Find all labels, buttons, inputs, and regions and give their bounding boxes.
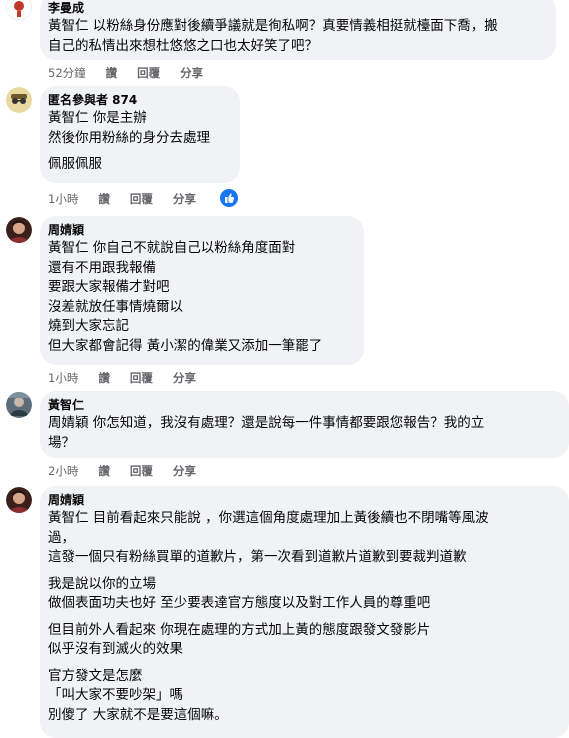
comment-author[interactable]: 周婧穎 (48, 492, 557, 508)
comment-line: 沒差就放任事情燒爾以 (48, 298, 183, 315)
mention-tag[interactable]: 黃智仁 (48, 18, 89, 34)
comment-line: 做個表面功夫也好 至少要表達官方態度以及對工作人員的尊重吧 (48, 595, 431, 611)
comment-line: 官方發文是怎麼 (48, 667, 143, 684)
comment-line: 燒到大家忘記 (48, 318, 129, 334)
share-button[interactable]: 分享 (180, 66, 203, 80)
comment-line: 黃智仁 以粉絲身份應對後續爭議就是徇私啊？真要情義相挺就檯面下喬，搬 (48, 18, 498, 34)
like-reaction-icon[interactable] (218, 187, 240, 209)
comment-line: 黃智仁 目前看起來只能說 ，你選這個角度處理加上黃後續也不閉嘴等風波 (48, 510, 489, 526)
mention-tag[interactable]: 周婧穎 (48, 415, 89, 431)
comment-line: 似乎沒有到滅火的效果 (48, 641, 183, 657)
avatar[interactable] (6, 487, 32, 513)
avatar[interactable] (6, 217, 32, 243)
comment-line: 自己的私情出來想杜悠悠之口也太好笑了吧？ (48, 37, 318, 54)
comment-line: 要跟大家報備才對吧 (48, 279, 170, 295)
avatar[interactable] (6, 87, 32, 113)
comment-line: 黃智仁 你自己不就說自己以粉絲角度面對 (48, 240, 296, 256)
comment-time[interactable]: 1小時 (48, 192, 78, 206)
comment-bubble: 周婧穎 黃智仁 你自己不就說自己以粉絲角度面對 還有不用跟我報備 要跟大家報備才… (40, 216, 364, 365)
comment-line: 但大家都會記得 黃小潔的偉業又添加一筆罷了 (48, 337, 323, 354)
comment-line: 「叫大家不要吵架」嗎 (48, 687, 183, 703)
comment-actions: 2小時 讚 回覆 分享 (48, 464, 216, 478)
comment-bubble: 李曼成 黃智仁 以粉絲身份應對後續爭議就是徇私啊？真要情義相挺就檯面下喬，搬 自… (40, 0, 556, 60)
comment-line: 還有不用跟我報備 (48, 259, 156, 276)
share-button[interactable]: 分享 (173, 192, 196, 206)
comment-actions: 1小時 讚 回覆 分享 (48, 371, 216, 385)
like-button[interactable]: 讚 (98, 464, 110, 478)
share-button[interactable]: 分享 (173, 464, 196, 478)
comment-bubble: 黃智仁 周婧穎 你怎知道，我沒有處理？還是說每一件事情都要跟您報告？我的立 場？ (40, 391, 569, 458)
reply-button[interactable]: 回覆 (130, 371, 153, 385)
mention-tag[interactable]: 黃智仁 (48, 240, 89, 256)
comment-line: 場？ (48, 434, 75, 451)
comment-bubble: 周婧穎 黃智仁 目前看起來只能說 ，你選這個角度處理加上黃後續也不閉嘴等風波 過… (40, 486, 569, 738)
like-button[interactable]: 讚 (98, 371, 110, 385)
comment-line: 這發一個只有粉絲買單的道歉片，第一次看到道歉片道歉到要裁判道歉 (48, 549, 467, 565)
comment-author[interactable]: 黃智仁 (48, 397, 557, 413)
comment-line: 佩服佩服 (48, 156, 102, 172)
share-button[interactable]: 分享 (173, 371, 196, 385)
mention-tag[interactable]: 黃智仁 (48, 510, 89, 526)
comment-time[interactable]: 1小時 (48, 371, 78, 385)
comment-line: 黃智仁 你是主辦 (48, 110, 147, 126)
comment-line: 過， (48, 529, 75, 546)
comment-line: 我是說以你的立場 (48, 575, 156, 592)
mention-tag[interactable]: 黃智仁 (48, 110, 89, 126)
avatar[interactable] (6, 0, 32, 20)
avatar[interactable] (6, 392, 32, 418)
comment-time[interactable]: 2小時 (48, 464, 78, 478)
comment-author[interactable]: 李曼成 (48, 0, 544, 16)
like-button[interactable]: 讚 (106, 66, 118, 80)
comment-line: 別傻了 大家就不是要這個嘛。 (48, 706, 228, 723)
comment-line: 然後你用粉絲的身分去處理 (48, 129, 210, 146)
comment-author[interactable]: 匿名參與者 874 (48, 92, 228, 108)
comment-line: 但目前外人看起來 你現在處理的方式加上黃的態度跟發文發影片 (48, 621, 431, 638)
comment-actions: 1小時 讚 回覆 分享 (48, 192, 216, 206)
reply-button[interactable]: 回覆 (137, 66, 160, 80)
comment-actions: 52分鐘 讚 回覆 分享 (48, 66, 223, 80)
comment-line: 周婧穎 你怎知道，我沒有處理？還是說每一件事情都要跟您報告？我的立 (48, 415, 485, 431)
reply-button[interactable]: 回覆 (130, 464, 153, 478)
comment-time[interactable]: 52分鐘 (48, 66, 86, 80)
like-button[interactable]: 讚 (98, 192, 110, 206)
comment-bubble: 匿名參與者 874 黃智仁 你是主辦 然後你用粉絲的身分去處理 佩服佩服 (40, 86, 240, 183)
comment-author[interactable]: 周婧穎 (48, 222, 352, 238)
reply-button[interactable]: 回覆 (130, 192, 153, 206)
